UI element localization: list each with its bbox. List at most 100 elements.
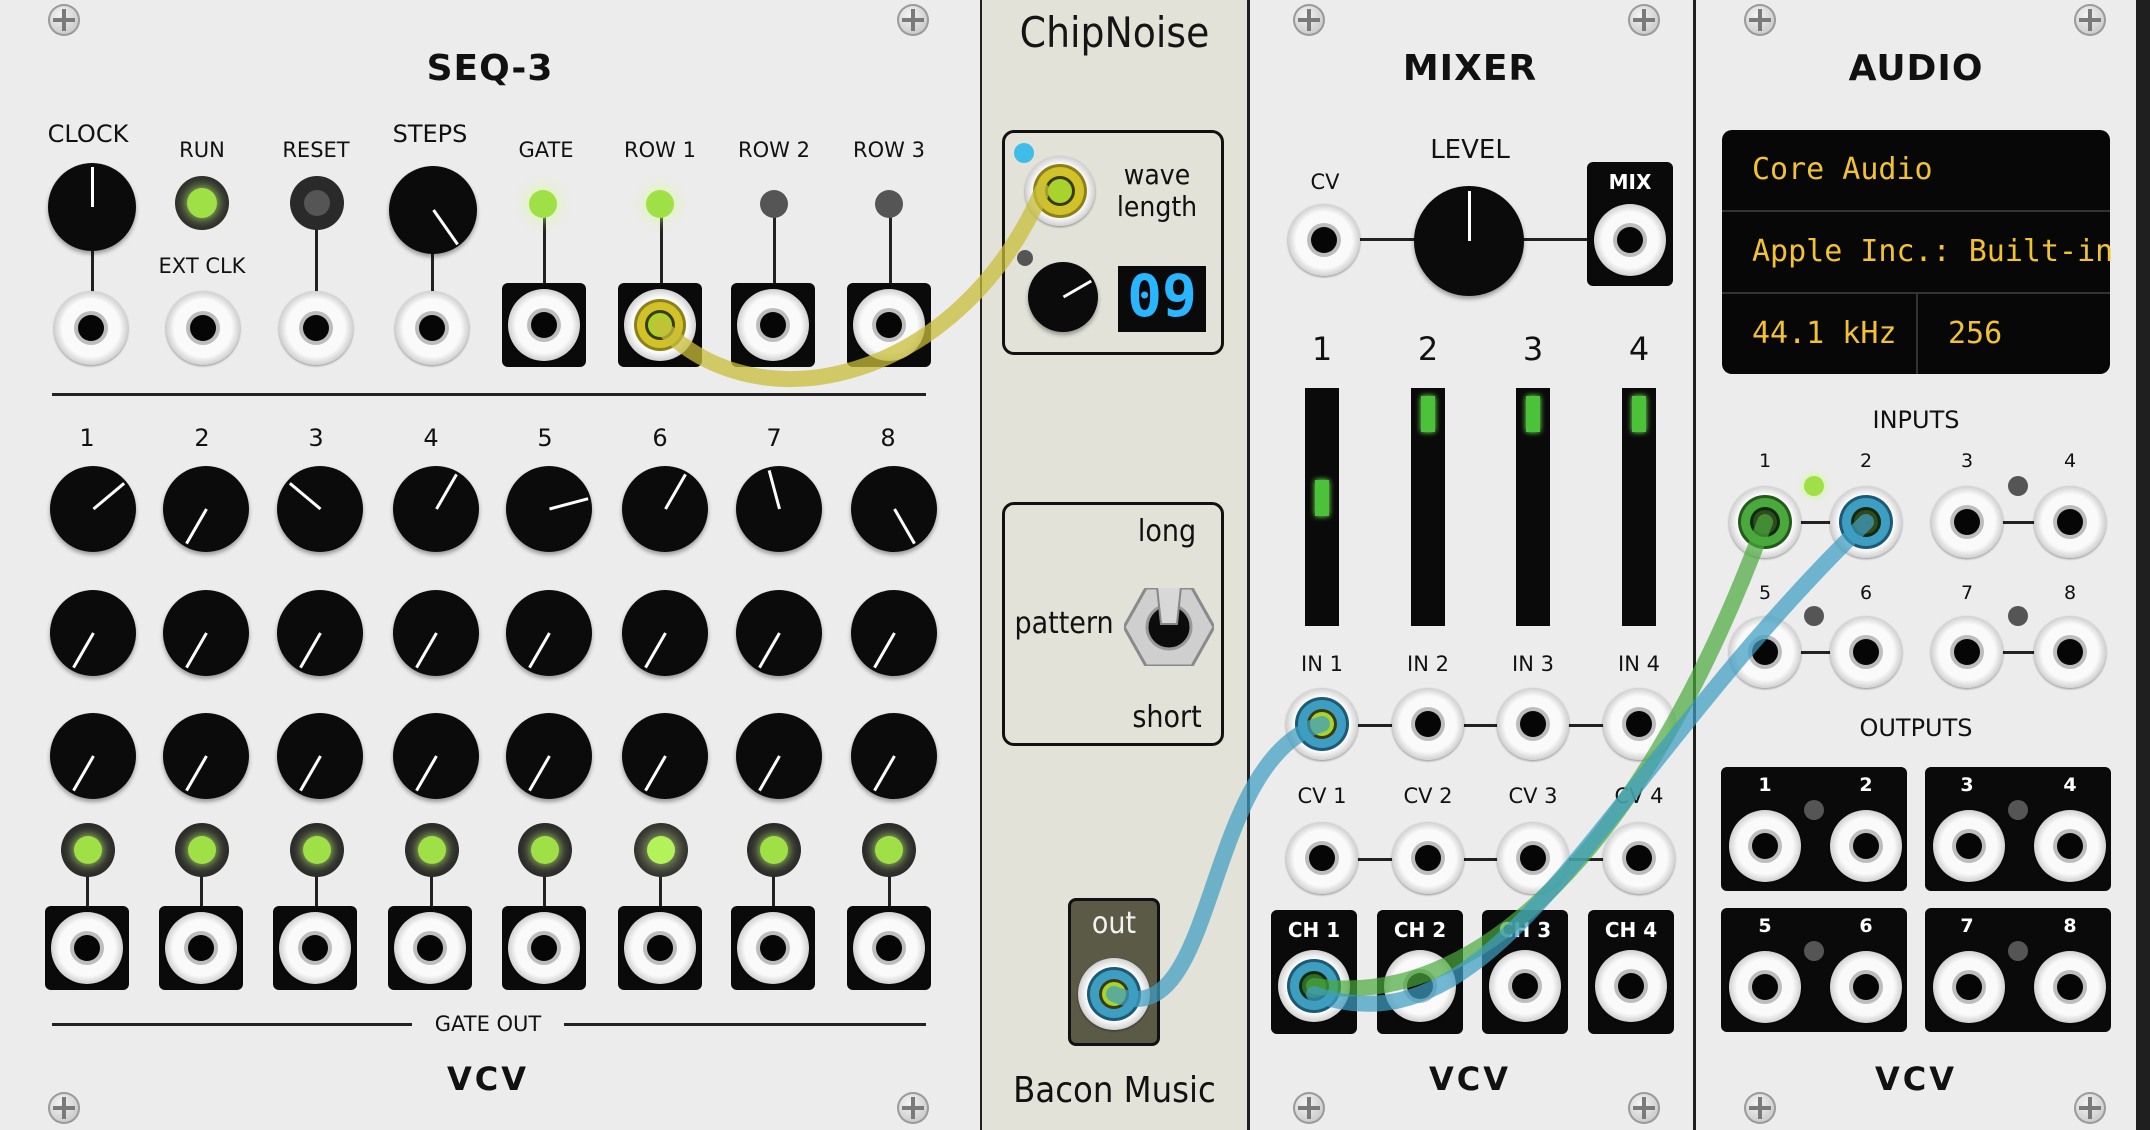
row3-step-knob[interactable] (393, 713, 479, 799)
row1-step-knob[interactable] (622, 466, 708, 552)
sample-rate-select[interactable]: 44.1 kHz (1752, 316, 1897, 351)
row2-step-knob[interactable] (736, 590, 822, 676)
cv-4-jack[interactable] (1603, 822, 1675, 894)
cv-2-jack[interactable] (1392, 822, 1464, 894)
row2-led (760, 190, 788, 218)
in-3-jack[interactable] (1497, 688, 1569, 760)
ch3-output-jack[interactable] (1489, 950, 1561, 1022)
gate-step-output-jack[interactable] (165, 912, 237, 984)
row1-step-knob[interactable] (736, 466, 822, 552)
ch2-output-jack[interactable] (1384, 950, 1456, 1022)
screw-icon (1744, 1092, 1776, 1124)
gate-step-output-jack[interactable] (853, 912, 925, 984)
channel-1-fader[interactable] (1305, 388, 1339, 626)
channel-3-fader[interactable] (1516, 388, 1550, 626)
row2-step-knob[interactable] (163, 590, 249, 676)
cv-3-jack[interactable] (1497, 822, 1569, 894)
ch1-output-jack[interactable] (1278, 950, 1350, 1022)
audio-input-6-jack[interactable] (1830, 616, 1902, 688)
row2-step-knob[interactable] (277, 590, 363, 676)
gate-step-button[interactable] (290, 823, 344, 877)
gate-step-button[interactable] (862, 823, 916, 877)
cv-1-jack[interactable] (1286, 822, 1358, 894)
gate-step-button[interactable] (634, 823, 688, 877)
in-4-jack[interactable] (1603, 688, 1675, 760)
audio-input-7-jack[interactable] (1931, 616, 2003, 688)
reset-input-jack[interactable] (279, 291, 353, 365)
audio-driver-select[interactable]: Core Audio (1752, 152, 1933, 187)
channel-4-fader[interactable] (1622, 388, 1656, 626)
row3-step-knob[interactable] (277, 713, 363, 799)
channel-2-fader[interactable] (1411, 388, 1445, 626)
ch4-output-jack[interactable] (1595, 950, 1667, 1022)
audio-input-1-jack[interactable] (1729, 486, 1801, 558)
audio-output-6-jack[interactable] (1830, 951, 1902, 1023)
gate-step-button[interactable] (61, 823, 115, 877)
row3-step-knob[interactable] (622, 713, 708, 799)
row3-step-knob[interactable] (163, 713, 249, 799)
level-knob[interactable] (1414, 186, 1524, 296)
row3-step-knob[interactable] (506, 713, 592, 799)
display-value: 09 (1127, 262, 1197, 330)
row1-step-knob[interactable] (851, 466, 937, 552)
row1-step-knob[interactable] (50, 466, 136, 552)
run-button[interactable] (175, 176, 229, 230)
gate-step-button[interactable] (175, 823, 229, 877)
audio-output-4-jack[interactable] (2034, 810, 2106, 882)
audio-input-4-jack[interactable] (2034, 486, 2106, 558)
audio-output-8-jack[interactable] (2034, 951, 2106, 1023)
audio-output-7-jack[interactable] (1933, 951, 2005, 1023)
gate-step-output-jack[interactable] (394, 912, 466, 984)
audio-output-5-jack[interactable] (1729, 951, 1801, 1023)
reset-label: RESET (282, 138, 350, 162)
audio-device-select[interactable]: Apple Inc.: Built-in (1752, 234, 2113, 269)
audio-output-3-jack[interactable] (1933, 810, 2005, 882)
steps-knob[interactable] (389, 166, 477, 254)
row1-step-knob[interactable] (163, 466, 249, 552)
gate-step-output-jack[interactable] (51, 912, 123, 984)
reset-button[interactable] (290, 176, 344, 230)
audio-input-2-jack[interactable] (1830, 486, 1902, 558)
row1-output-jack[interactable] (624, 289, 696, 361)
gate-step-output-jack[interactable] (279, 912, 351, 984)
out-jack[interactable] (1078, 958, 1150, 1030)
row1-step-knob[interactable] (506, 466, 592, 552)
row3-step-knob[interactable] (50, 713, 136, 799)
audio-input-3-jack[interactable] (1931, 486, 2003, 558)
clock-input-jack[interactable] (54, 291, 128, 365)
wave-length-knob[interactable] (1028, 262, 1098, 332)
steps-input-jack[interactable] (395, 291, 469, 365)
wave-length-input-jack[interactable] (1025, 156, 1095, 226)
row2-output-jack[interactable] (737, 289, 809, 361)
ext-clk-input-jack[interactable] (166, 291, 240, 365)
row2-step-knob[interactable] (622, 590, 708, 676)
gate-output-jack[interactable] (508, 289, 580, 361)
row1-step-knob[interactable] (393, 466, 479, 552)
gate-step-button[interactable] (518, 823, 572, 877)
row1-step-knob[interactable] (277, 466, 363, 552)
block-size-select[interactable]: 256 (1948, 316, 2002, 351)
audio-input-5-jack[interactable] (1729, 616, 1801, 688)
gate-step-output-jack[interactable] (624, 912, 696, 984)
row2-step-knob[interactable] (50, 590, 136, 676)
mix-output-jack[interactable] (1594, 204, 1666, 276)
gate-step-button[interactable] (747, 823, 801, 877)
audio-input-8-jack[interactable] (2034, 616, 2106, 688)
audio-output-2-jack[interactable] (1830, 810, 1902, 882)
in-2-jack[interactable] (1392, 688, 1464, 760)
row2-step-knob[interactable] (393, 590, 479, 676)
in-1-jack[interactable] (1286, 688, 1358, 760)
gate-step-output-jack[interactable] (737, 912, 809, 984)
gate-step-output-jack[interactable] (508, 912, 580, 984)
gate-step-button[interactable] (405, 823, 459, 877)
pattern-toggle-switch[interactable] (1122, 567, 1216, 668)
audio-output-1-jack[interactable] (1729, 810, 1801, 882)
run-led (187, 188, 217, 218)
row2-step-knob[interactable] (851, 590, 937, 676)
row3-output-jack[interactable] (853, 289, 925, 361)
level-cv-input-jack[interactable] (1288, 204, 1360, 276)
clock-knob[interactable] (48, 163, 136, 251)
row3-step-knob[interactable] (736, 713, 822, 799)
row2-step-knob[interactable] (506, 590, 592, 676)
row3-step-knob[interactable] (851, 713, 937, 799)
